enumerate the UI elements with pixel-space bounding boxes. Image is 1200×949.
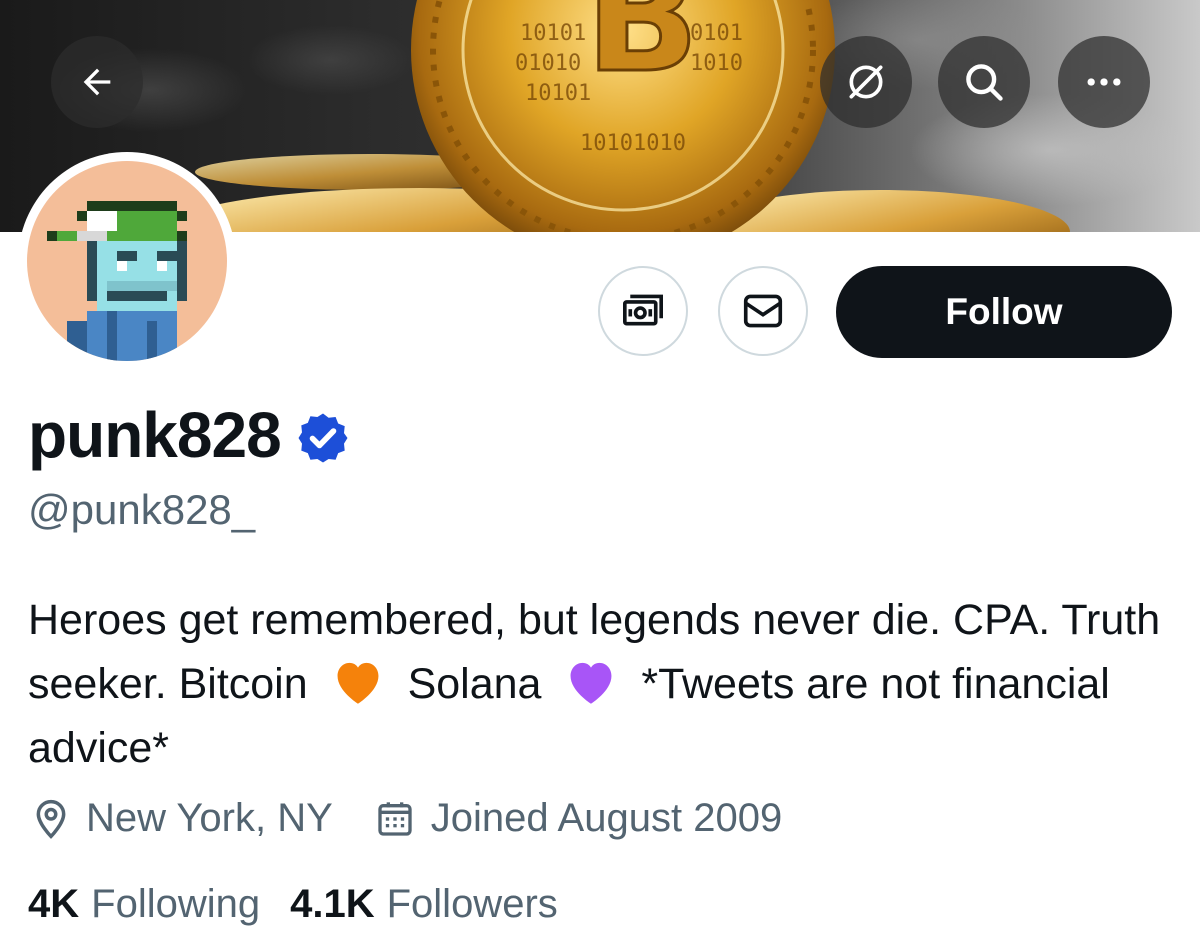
followers-link[interactable]: 4.1K Followers [290,882,558,927]
avatar-image [27,161,227,361]
location-text: New York, NY [86,796,333,840]
svg-text:B: B [585,0,699,106]
svg-text:01010: 01010 [515,51,581,76]
more-horizontal-icon [1087,78,1121,86]
orange-heart-icon [337,662,379,704]
profile-meta: New York, NY Joined August 2009 [32,796,782,841]
location: New York, NY [32,796,333,841]
following-link[interactable]: 4K Following [28,882,260,927]
arrow-left-icon [83,68,111,96]
join-date: Joined August 2009 [375,796,782,841]
pixel-punk-avatar-icon [47,201,187,361]
purple-heart-icon [570,662,612,704]
location-pin-icon [36,799,66,839]
more-button[interactable] [1058,36,1150,128]
following-label: Following [91,882,261,926]
verified-badge-icon [298,413,348,463]
money-icon [623,294,663,326]
handle: @punk828_ [28,486,256,533]
followers-label: Followers [386,882,558,926]
follow-button[interactable]: Follow [836,266,1172,358]
display-name: punk828 [28,399,282,471]
name-row: punk828 [28,398,351,472]
following-count: 4K [28,882,80,926]
svg-text:10101: 10101 [520,21,586,46]
join-date-text: Joined August 2009 [430,796,783,840]
svg-text:10101: 10101 [525,81,591,106]
grok-button[interactable] [820,36,912,128]
bio: Heroes get remembered, but legends never… [28,588,1188,780]
avatar[interactable] [18,152,236,370]
bio-text-2: Solana [407,660,542,708]
back-button[interactable] [51,36,143,128]
search-button[interactable] [938,36,1030,128]
calendar-icon [378,801,412,836]
message-button[interactable] [718,266,808,356]
envelope-icon [743,294,783,328]
search-icon [966,64,1003,101]
follow-stats: 4K Following 4.1K Followers [28,882,558,927]
tip-button[interactable] [598,266,688,356]
followers-count: 4.1K [290,882,375,926]
slash-circle-icon [849,65,883,99]
svg-text:10101010: 10101010 [580,131,686,156]
